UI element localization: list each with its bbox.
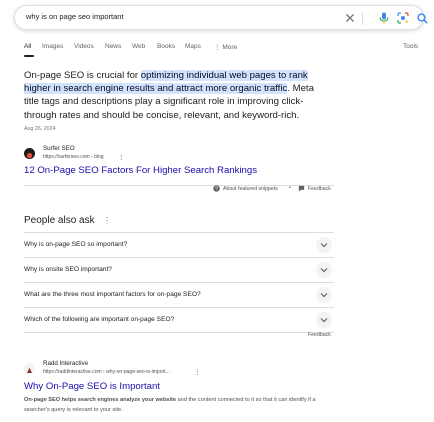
paa-question-text: Why is onsite SEO important? [24,266,112,273]
search-input[interactable]: why is on page seo important [26,12,124,21]
tab-images[interactable]: Images [42,43,63,50]
tab-videos[interactable]: Videos [74,43,94,50]
source-url: https://surferseo.com › blog [43,154,104,160]
tab-books[interactable]: Books [157,43,175,50]
snippet-link-title[interactable]: 12 On-Page SEO Factors For Higher Search… [24,165,257,176]
paa-question-text: What are the three most important factor… [24,291,201,298]
source-name: Surfer SEO [43,145,75,152]
paa-question[interactable]: Why is onsite SEO important? [24,258,334,283]
paa-question[interactable]: Which of the following are important on-… [24,308,334,333]
chevron-down-icon[interactable] [316,262,332,278]
help-icon: ? [213,185,220,192]
searchbar-divider [362,12,363,25]
divider [24,185,334,186]
search-icon[interactable] [415,11,429,25]
chevron-down-icon[interactable] [316,312,332,328]
chevron-down-icon[interactable] [316,287,332,303]
source-name: Radd Interactive [43,360,89,367]
tab-web[interactable]: Web [132,43,145,50]
about-featured-snippets-label: About featured snippets [223,185,278,192]
surfer-favicon-icon [24,148,35,159]
result-desc-bold: On-page SEO helps search engines analyze… [24,397,177,403]
clear-icon[interactable] [343,11,357,25]
people-also-ask-title: People also ask [24,215,95,226]
more-options-icon[interactable]: ⋮ [103,216,111,225]
tab-more-label: More [222,44,238,51]
source-url: https://raddinteractive.com › why-on-pag… [43,369,170,375]
paa-question[interactable]: Why is on-page SEO so important? [24,233,334,258]
paa-question-text: Why is on-page SEO so important? [24,241,128,248]
separator-dot: • [289,185,291,191]
paa-feedback-button[interactable]: Feedback [308,332,331,338]
feedback-button[interactable]: Feedback [298,185,331,192]
tab-more[interactable]: ⋮ More [214,43,237,51]
feedback-label: Feedback [308,185,331,192]
more-options-icon[interactable]: ⋮ [118,153,125,161]
active-tab-indicator [24,55,34,57]
radd-favicon-icon [24,363,35,374]
feedback-icon [298,185,305,192]
tools-button[interactable]: Tools [403,43,418,50]
featured-snippet-text: On-page SEO is crucial for optimizing in… [24,69,324,122]
paa-question[interactable]: What are the three most important factor… [24,283,334,308]
snippet-date: Aug 26, 2024 [24,126,56,132]
svg-text:?: ? [215,186,218,192]
microphone-icon[interactable] [377,11,391,25]
tab-all[interactable]: All [24,43,31,50]
result-title[interactable]: Why On-Page SEO is Important [24,381,160,392]
more-options-icon[interactable]: ⋮ [194,368,201,376]
tab-maps[interactable]: Maps [185,43,201,50]
paa-question-text: Which of the following are important on-… [24,316,175,323]
lens-icon[interactable] [396,11,410,25]
tab-news[interactable]: News [105,43,121,50]
chevron-down-icon[interactable] [316,237,332,253]
search-bar[interactable]: why is on page seo important [14,5,428,30]
about-featured-snippets[interactable]: ? About featured snippets [213,185,278,192]
result-description: On-page SEO helps search engines analyze… [24,396,334,415]
snippet-text-before: On-page SEO is crucial for [24,70,141,81]
